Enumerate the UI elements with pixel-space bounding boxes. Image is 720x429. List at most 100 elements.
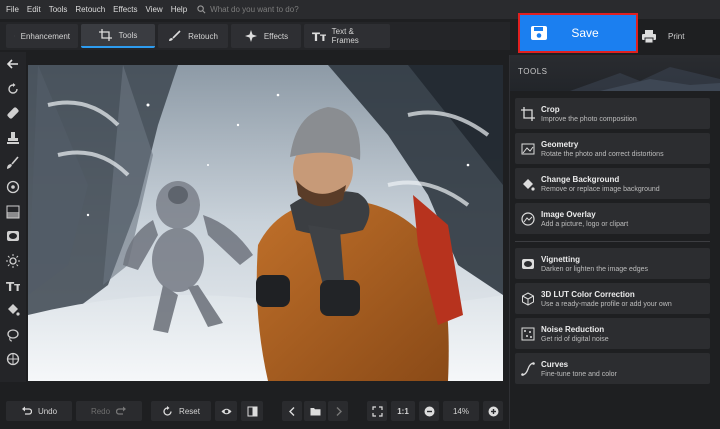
left-toolbar: Tт: [0, 52, 26, 382]
menu-file[interactable]: File: [6, 5, 19, 14]
zoom-value[interactable]: 14%: [443, 401, 479, 421]
folder-icon: [310, 407, 320, 415]
fit-to-screen-button[interactable]: [367, 401, 387, 421]
save-button[interactable]: Save: [518, 13, 638, 53]
fit-screen-icon: [371, 405, 383, 417]
compare-button[interactable]: [241, 401, 263, 421]
next-photo-button[interactable]: [328, 401, 348, 421]
actual-size-button[interactable]: 1:1: [391, 401, 415, 421]
tab-label: Retouch: [188, 31, 218, 41]
fill-bucket-icon[interactable]: [3, 298, 23, 323]
search-input[interactable]: [210, 5, 321, 14]
tool-card-title: 3D LUT Color Correction: [541, 289, 635, 299]
effects-sparkle-icon: [244, 30, 257, 42]
tool-card-image-overlay[interactable]: Image Overlay Add a picture, logo or clip…: [515, 203, 710, 234]
reset-button[interactable]: Reset: [151, 401, 211, 421]
tools-panel: TOOLS Crop Improve the photo composition …: [510, 55, 720, 429]
redo-icon: [116, 406, 127, 415]
zoom-label: 14%: [452, 406, 469, 416]
tool-card-subtitle: Fine-tune tone and color: [541, 370, 617, 378]
menu-view[interactable]: View: [145, 5, 162, 14]
lasso-icon[interactable]: [3, 323, 23, 348]
tool-card-geometry[interactable]: Geometry Rotate the photo and correct dis…: [515, 133, 710, 164]
tool-card-change-background[interactable]: Change Background Remove or replace image…: [515, 168, 710, 199]
tool-card-title: Geometry: [541, 139, 579, 149]
menu-edit[interactable]: Edit: [27, 5, 41, 14]
undo-icon: [21, 406, 32, 415]
tool-card-subtitle: Improve the photo composition: [541, 115, 637, 123]
bottom-toolbar: Undo Redo Reset 1:1 14%: [0, 395, 510, 429]
tab-label: Text & Frames: [331, 27, 359, 45]
eye-icon: [221, 408, 231, 414]
redo-button[interactable]: Redo: [76, 401, 142, 421]
minus-circle-icon: [424, 406, 434, 416]
print-button[interactable]: Print: [638, 21, 716, 51]
back-arrow-icon[interactable]: [3, 52, 23, 77]
tool-card-subtitle: Remove or replace image background: [541, 185, 660, 193]
panel-separator: [515, 241, 710, 242]
text-icon: Tт: [312, 30, 326, 42]
noise-icon: [521, 327, 535, 340]
tab-bar: Enhancement Tools Retouch Effects Tт Tex…: [0, 22, 510, 50]
menu-retouch[interactable]: Retouch: [75, 5, 105, 14]
save-disk-icon: [531, 26, 547, 40]
tool-card-curves[interactable]: Curves Fine-tune tone and color: [515, 353, 710, 384]
undo-label: Undo: [37, 406, 58, 416]
gradient-filter-icon[interactable]: [3, 200, 23, 225]
zoom-in-button[interactable]: [483, 401, 503, 421]
tab-text-frames[interactable]: Tт Text & Frames: [304, 24, 390, 48]
tool-card-noise-reduction[interactable]: Noise Reduction Get rid of digital noise: [515, 318, 710, 349]
tool-card-subtitle: Darken or lighten the image edges: [541, 265, 649, 273]
save-label: Save: [571, 26, 599, 40]
photo-canvas[interactable]: [28, 65, 503, 381]
tool-card-subtitle: Add a picture, logo or clipart: [541, 220, 629, 228]
tool-card-crop[interactable]: Crop Improve the photo composition: [515, 98, 710, 129]
tool-card-subtitle: Rotate the photo and correct distortions: [541, 150, 664, 158]
brush-icon[interactable]: [3, 150, 23, 175]
crop-icon: [98, 29, 112, 41]
tool-card-title: Curves: [541, 359, 569, 369]
undo-button[interactable]: Undo: [6, 401, 72, 421]
lut-cube-icon: [522, 291, 534, 306]
tool-card-title: Vignetting: [541, 254, 580, 264]
tool-card-title: Image Overlay: [541, 209, 596, 219]
rotate-icon[interactable]: [3, 77, 23, 102]
crop-icon: [521, 106, 535, 121]
print-label: Print: [668, 31, 685, 41]
tool-card-3d-lut[interactable]: 3D LUT Color Correction Use a ready-made …: [515, 283, 710, 314]
tab-enhancement[interactable]: Enhancement: [6, 24, 78, 48]
tab-retouch[interactable]: Retouch: [158, 24, 228, 48]
text-icon[interactable]: Tт: [3, 273, 23, 298]
menu-tools[interactable]: Tools: [49, 5, 68, 14]
menu-help[interactable]: Help: [171, 5, 187, 14]
svg-text:Tт: Tт: [6, 280, 20, 293]
tab-tools[interactable]: Tools: [81, 24, 155, 48]
selection-icon[interactable]: [3, 347, 23, 372]
healing-patch-icon[interactable]: [3, 101, 23, 126]
prev-photo-button[interactable]: [282, 401, 302, 421]
clone-stamp-icon[interactable]: [3, 126, 23, 151]
menu-effects[interactable]: Effects: [113, 5, 137, 14]
reset-label: Reset: [179, 406, 200, 416]
tool-card-vignetting[interactable]: Vignetting Darken or lighten the image ed…: [515, 248, 710, 279]
preview-button[interactable]: [215, 401, 237, 421]
tool-card-title: Noise Reduction: [541, 324, 605, 334]
menu-search: [197, 5, 321, 14]
vignette-icon[interactable]: [3, 224, 23, 249]
open-folder-button[interactable]: [304, 401, 326, 421]
tab-effects[interactable]: Effects: [231, 24, 301, 48]
ratio-label: 1:1: [397, 406, 409, 416]
vignette-icon: [522, 258, 534, 269]
tab-label: Enhancement: [20, 31, 70, 41]
geometry-icon: [521, 143, 535, 154]
light-icon[interactable]: [3, 249, 23, 274]
svg-text:Tт: Tт: [312, 30, 326, 42]
tool-card-title: Crop: [541, 104, 560, 114]
radial-filter-icon[interactable]: [3, 175, 23, 200]
tool-card-title: Change Background: [541, 174, 620, 184]
zoom-out-button[interactable]: [419, 401, 439, 421]
reset-icon: [163, 405, 172, 416]
printer-icon: [642, 29, 656, 43]
tab-label: Tools: [118, 30, 138, 40]
panel-header: TOOLS: [510, 55, 720, 91]
